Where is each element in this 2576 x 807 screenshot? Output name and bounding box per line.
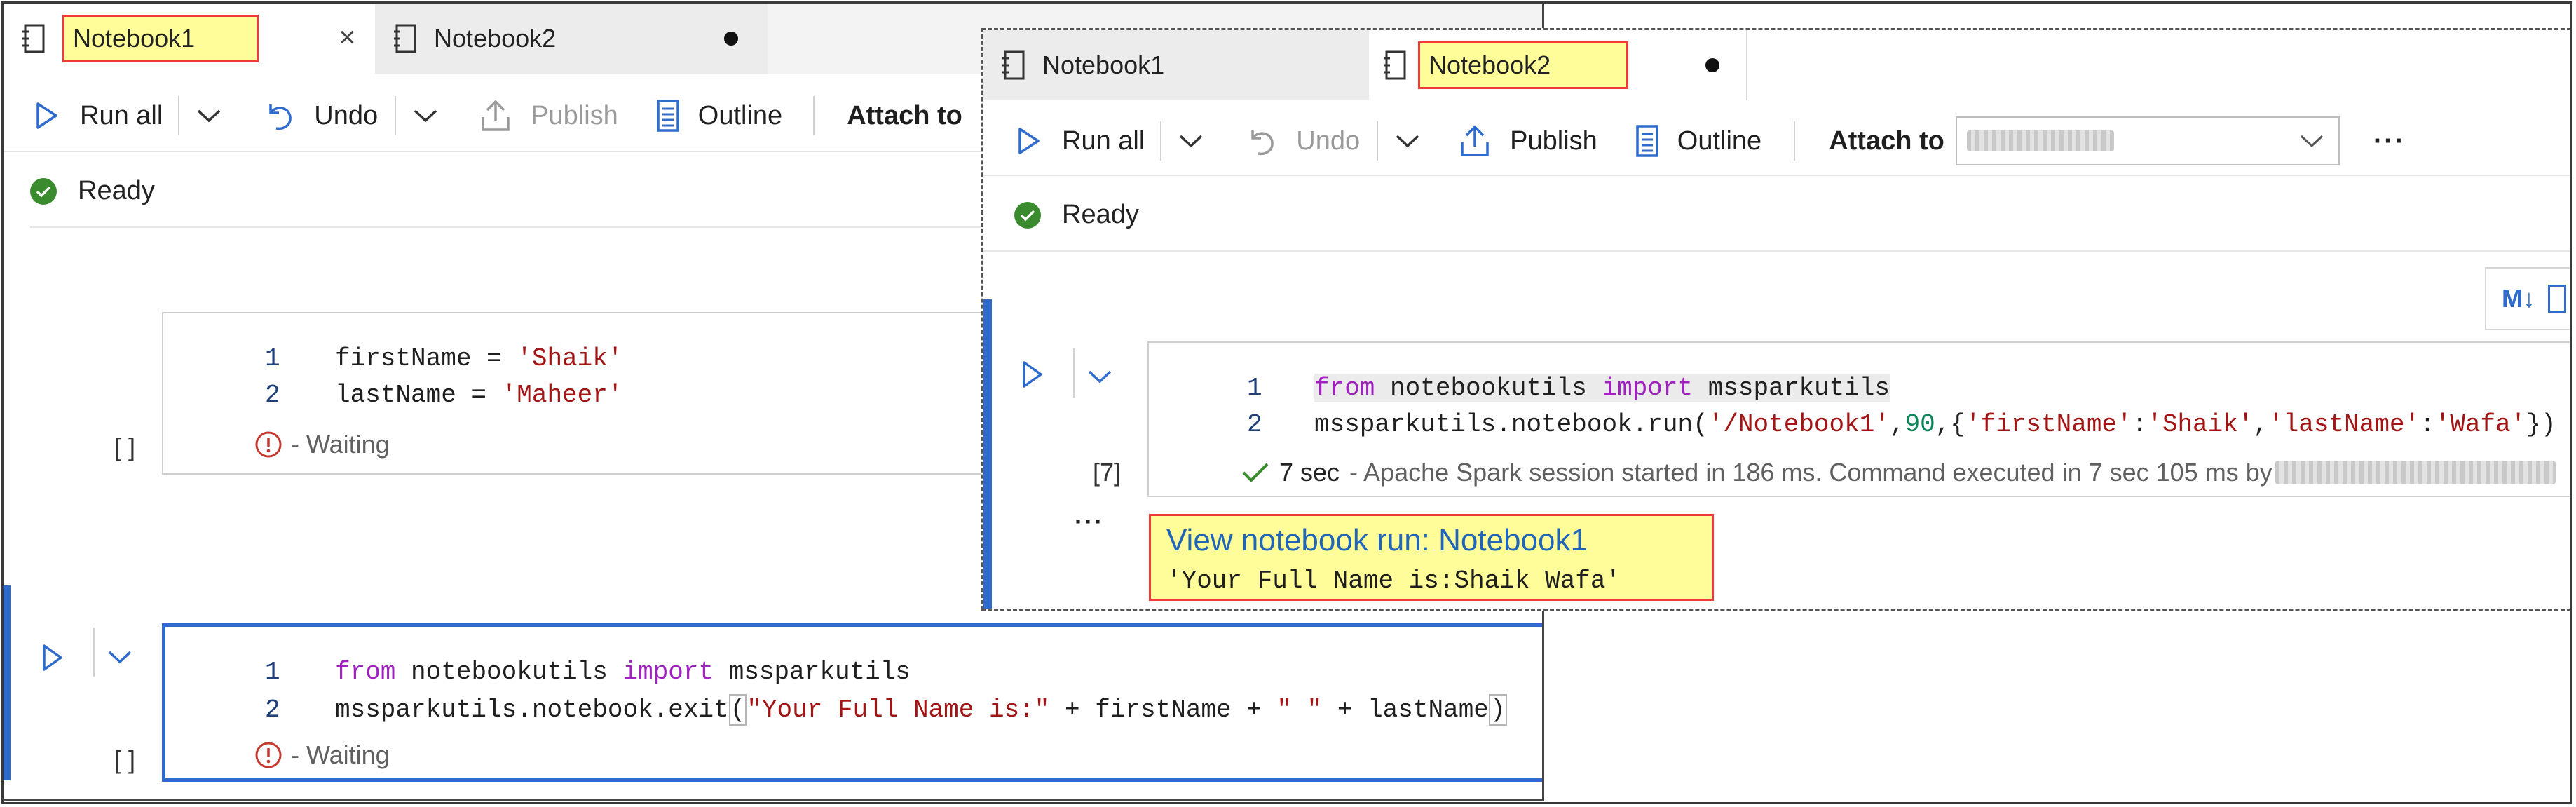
chevron-down-icon <box>108 651 132 664</box>
unsaved-dot-icon <box>724 32 738 46</box>
more-options-button[interactable]: ··· <box>2373 106 2406 176</box>
cell-options-dropdown[interactable] <box>107 643 132 671</box>
checkmark-icon <box>1242 463 1269 482</box>
check-circle-icon <box>1014 201 1041 229</box>
markdown-button[interactable]: M↓ <box>2502 284 2535 313</box>
cell-options-dropdown[interactable] <box>1087 362 1112 391</box>
code-line: 1 from notebookutils import mssparkutils <box>265 658 911 686</box>
outline-button[interactable]: Outline <box>656 81 782 151</box>
attach-to-label: Attach to <box>1829 126 1944 156</box>
view-notebook-run-link[interactable]: View notebook run: Notebook1 <box>1166 523 1588 558</box>
divider <box>1377 121 1379 161</box>
divider <box>93 628 95 677</box>
cell-output: View notebook run: Notebook1 'Your Full … <box>1149 514 1714 601</box>
outline-icon <box>1636 125 1658 157</box>
chevron-down-icon <box>1396 135 1419 148</box>
undo-button[interactable]: Undo <box>264 81 378 151</box>
undo-options-dropdown[interactable] <box>1395 106 1420 176</box>
divider <box>178 96 180 135</box>
session-status: Ready <box>1014 200 1139 230</box>
cell-status: - Waiting <box>254 430 390 459</box>
run-all-button[interactable]: Run all <box>35 81 163 151</box>
selected-cell-indicator <box>983 299 992 609</box>
attach-to-label: Attach to <box>847 100 962 130</box>
outline-icon <box>657 100 679 132</box>
check-circle-icon <box>30 177 57 205</box>
outline-button[interactable]: Outline <box>1635 106 1761 176</box>
output-text: 'Your Full Name is:Shaik Wafa' <box>1166 567 1621 595</box>
status-divider <box>983 250 2571 252</box>
divider <box>1160 121 1162 161</box>
execution-count: [ ] <box>114 745 136 774</box>
undo-button[interactable]: Undo <box>1246 106 1360 176</box>
cell-execution-status: 7 sec - Apache Spark session started in … <box>1241 458 2556 487</box>
notebook-icon <box>394 24 416 53</box>
run-options-dropdown[interactable] <box>196 81 222 151</box>
output-more-button[interactable]: ··· <box>1075 507 1104 536</box>
tab-label: Notebook2 <box>434 24 557 53</box>
undo-icon <box>1251 130 1274 156</box>
toolbar-divider <box>983 175 2571 176</box>
publish-button[interactable]: Publish <box>1459 106 1597 176</box>
notebook-icon <box>22 24 45 53</box>
publish-button[interactable]: Publish <box>480 81 618 151</box>
run-cell-button[interactable] <box>41 640 64 675</box>
redacted-pool-name <box>1966 130 2114 151</box>
code-cell-icon[interactable] <box>2548 285 2566 313</box>
tab-notebook2[interactable]: Notebook2 <box>1369 30 1747 100</box>
tab-notebook1[interactable]: Notebook1 × <box>4 4 375 74</box>
run-all-button[interactable]: Run all <box>1017 106 1145 176</box>
code-line: 1 from notebookutils import mssparkutils <box>1247 374 1890 402</box>
chevron-down-icon <box>414 109 437 123</box>
close-icon[interactable]: × <box>339 20 356 54</box>
redacted-user-name <box>2275 461 2556 484</box>
cell-type-toolbar: M↓ <box>2485 267 2571 330</box>
run-cell-button[interactable] <box>1021 357 1044 392</box>
cell-status: - Waiting <box>254 740 390 770</box>
tab-notebook2[interactable]: Notebook2 <box>375 4 768 74</box>
play-icon <box>43 644 62 671</box>
code-cell[interactable]: 1 from notebookutils import mssparkutils… <box>1147 341 2571 497</box>
unsaved-dot-icon <box>1705 58 1719 72</box>
tab-label: Notebook2 <box>1418 41 1628 89</box>
execution-count: [7] <box>1093 458 1122 487</box>
chevron-down-icon <box>1088 370 1112 384</box>
divider <box>395 96 397 135</box>
warning-circle-icon <box>255 431 282 458</box>
tab-label: Notebook1 <box>62 15 259 62</box>
divider <box>1794 121 1796 161</box>
execution-count: [ ] <box>114 433 136 461</box>
code-line: 2 mssparkutils.notebook.run('/Notebook1'… <box>1247 410 2556 439</box>
tab-notebook1[interactable]: Notebook1 <box>983 30 1369 100</box>
selected-cell-indicator <box>4 585 11 780</box>
chevron-down-icon <box>198 109 221 123</box>
notebook2-window: Notebook1 Notebook2 Run all Undo Publish <box>981 28 2571 611</box>
undo-options-dropdown[interactable] <box>413 81 438 151</box>
divider <box>813 96 815 135</box>
warning-circle-icon <box>255 742 282 768</box>
divider <box>1073 348 1075 398</box>
toolbar: Run all Undo Publish Outline Attach to ·… <box>983 106 2571 176</box>
tab-bar: Notebook1 Notebook2 <box>983 30 2571 100</box>
attach-to-select[interactable] <box>1955 116 2340 165</box>
run-options-dropdown[interactable] <box>1178 106 1204 176</box>
code-cell-2[interactable]: 1 from notebookutils import mssparkutils… <box>162 623 1542 782</box>
undo-icon <box>269 104 292 130</box>
notebook-icon <box>1384 50 1406 80</box>
chevron-down-icon <box>2300 135 2323 148</box>
chevron-down-icon <box>1180 135 1203 148</box>
code-line: 1 firstName = 'Shaik' <box>265 344 623 373</box>
play-icon <box>36 102 57 129</box>
code-line: 2 lastName = 'Maheer' <box>265 381 623 409</box>
session-status: Ready <box>30 176 155 206</box>
notebook-icon <box>1002 50 1025 80</box>
publish-icon <box>482 100 510 131</box>
play-icon <box>1018 128 1040 154</box>
publish-icon <box>1461 125 1489 156</box>
play-icon <box>1023 361 1042 388</box>
code-line: 2 mssparkutils.notebook.exit("Your Full … <box>265 694 1507 726</box>
